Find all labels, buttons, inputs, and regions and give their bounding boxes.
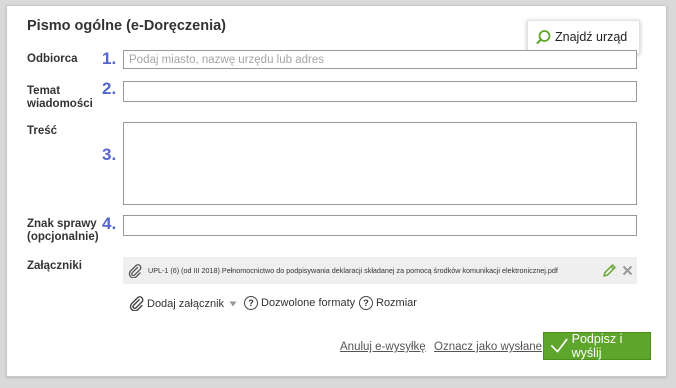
letter-form-card: Pismo ogólne (e-Doręczenia) Znajdź urząd… (6, 5, 667, 377)
help-icon: ? (244, 296, 258, 310)
subject-label: Temat wiadomości (27, 85, 93, 111)
recipient-label: Odbiorca (27, 53, 78, 65)
attachment-filename: UPL-1 (6) (od III 2018) Pełnomocnictwo d… (148, 266, 558, 275)
help-icon: ? (359, 296, 373, 310)
close-icon[interactable] (622, 265, 633, 276)
step-number-2: 2. (102, 79, 117, 98)
cancel-send-link[interactable]: Anuluj e-wysyłkę (340, 341, 426, 353)
form-title: Pismo ogólne (e-Doręczenia) (27, 18, 227, 34)
case-ref-label-line1: Znak sprawy (27, 218, 97, 230)
paperclip-icon (129, 296, 144, 311)
step-number-4: 4. (102, 214, 117, 233)
content-textarea[interactable] (123, 122, 637, 205)
pencil-icon[interactable] (602, 263, 617, 278)
recipient-input[interactable] (123, 50, 637, 69)
step-number-3: 3. (102, 145, 117, 164)
size-label: Rozmiar (376, 297, 417, 309)
step-number-1: 1. (102, 49, 117, 68)
caret-down-icon (229, 301, 237, 306)
subject-label-line2: wiadomości (27, 98, 93, 110)
checkmark-icon (551, 338, 568, 353)
attachment-actions (602, 263, 633, 278)
add-attachment-label: Dodaj załącznik (147, 297, 225, 310)
sign-and-send-button[interactable]: Podpisz i wyślij (543, 332, 651, 360)
find-office-label: Znajdź urząd (555, 30, 628, 44)
search-icon (536, 30, 551, 44)
find-office-button[interactable]: Znajdź urząd (527, 20, 640, 54)
allowed-formats-label: Dozwolone formaty (261, 297, 356, 309)
paperclip-icon (128, 263, 142, 278)
attachment-item: UPL-1 (6) (od III 2018) Pełnomocnictwo d… (123, 257, 637, 284)
case-ref-label-line2: (opcjonalnie) (27, 231, 99, 243)
case-ref-label: Znak sprawy (opcjonalnie) (27, 218, 99, 244)
attachments-label: Załączniki (27, 260, 82, 272)
case-ref-input[interactable] (123, 215, 637, 236)
mark-as-sent-link[interactable]: Oznacz jako wysłane (434, 341, 542, 353)
content-label: Treść (27, 125, 58, 137)
add-attachment-button[interactable]: Dodaj załącznik (129, 296, 237, 311)
size-info-button[interactable]: ? Rozmiar (359, 296, 417, 310)
subject-input[interactable] (123, 81, 637, 102)
sign-and-send-label: Podpisz i wyślij (571, 332, 623, 360)
allowed-formats-button[interactable]: ? Dozwolone formaty (244, 296, 355, 310)
subject-label-line1: Temat (27, 85, 61, 97)
